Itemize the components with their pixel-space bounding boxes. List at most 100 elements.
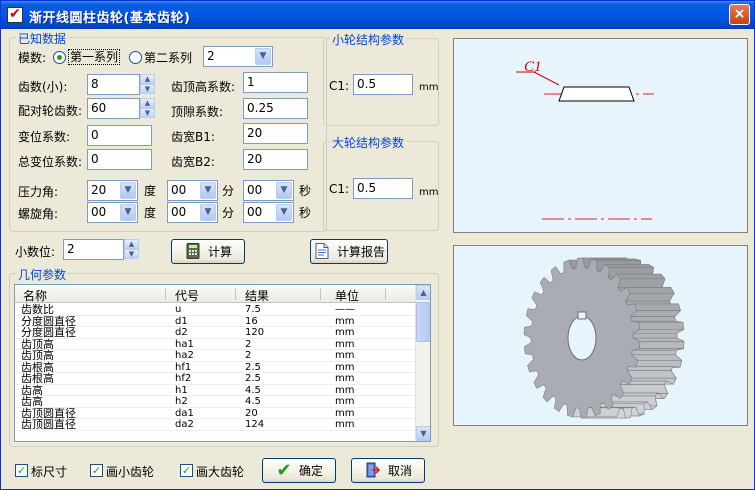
known-data-legend: 已知数据 [16,30,69,47]
large-c1-unit: mm [419,187,439,198]
shift-coef-label: 变位系数: [18,130,71,144]
geometry-legend: 几何参数 [16,266,69,283]
pressure-min-select[interactable]: 00 ▼ [167,180,218,201]
table-row[interactable]: 齿高 h2 4.5 mm [15,396,417,408]
total-shift-input[interactable]: 0 [87,149,152,170]
spin-down-icon[interactable]: ▼ [140,108,155,118]
helix-sec-select[interactable]: 00 ▼ [243,202,294,223]
deg-unit: 度 [144,206,157,220]
table-row[interactable]: 齿高 h1 4.5 mm [15,384,417,396]
helix-min-select[interactable]: 00 ▼ [167,202,218,223]
report-document-icon [313,242,331,261]
col-unit-header[interactable]: 单位 [335,287,359,304]
series2-label[interactable]: 第二系列 [144,49,192,66]
pressure-sec-select[interactable]: 00 ▼ [243,180,294,201]
chevron-down-icon[interactable]: ▼ [276,204,292,221]
teeth-small-spinner[interactable]: ▲ ▼ [140,74,155,95]
app-check-icon: ✔ [7,7,23,23]
table-body: 齿数比 u 7.5 —— 分度圆直径 d1 16 mm 分度圆直径 d2 120 mm 齿顶高 ha1 2 m… [15,304,417,431]
spin-down-icon[interactable]: ▼ [140,84,155,94]
ok-button[interactable]: ✔ 确定 [262,458,336,483]
decimals-input[interactable]: 2 [63,239,124,260]
cell-symbol: ha1 [175,338,194,350]
width-b2-input[interactable]: 20 [243,149,308,170]
width-b1-input[interactable]: 20 [243,123,308,144]
shift-coef-input[interactable]: 0 [87,125,152,146]
mark-dims-checkbox[interactable]: ✓ [15,464,28,477]
report-button[interactable]: 计算报告 [310,239,388,264]
cell-symbol: hf1 [175,361,192,373]
table-row[interactable]: 齿顶高 ha1 2 mm [15,338,417,350]
chevron-down-icon[interactable]: ▼ [120,182,136,199]
close-button[interactable]: × [729,4,750,25]
table-row[interactable]: 分度圆直径 d2 120 mm [15,327,417,339]
table-row[interactable]: 齿根高 hf2 2.5 mm [15,373,417,385]
cell-name: 齿高 [21,395,43,408]
draw-large-checkbox[interactable]: ✓ [180,464,193,477]
chevron-down-icon[interactable]: ▼ [200,182,216,199]
calc-button[interactable]: 计算 [171,239,245,264]
col-name-header[interactable]: 名称 [23,287,47,304]
pressure-deg-select[interactable]: 20 ▼ [87,180,138,201]
table-vscrollbar[interactable]: ▲ ▼ [415,285,430,441]
cell-name: 齿顶圆直径 [21,406,76,420]
large-c1-input[interactable]: 0.5 [353,178,413,199]
clearance-coef-label: 顶隙系数: [171,105,224,119]
clearance-coef-input[interactable]: 0.25 [243,98,308,119]
cancel-button[interactable]: 取消 [351,458,425,483]
cell-symbol: h1 [175,384,188,396]
col-result-header[interactable]: 结果 [245,287,269,304]
modulus-select[interactable]: 2 ▼ [203,46,273,67]
report-button-label: 计算报告 [336,245,385,259]
spin-up-icon[interactable]: ▲ [140,98,155,108]
cell-name: 齿数比 [21,303,54,316]
cell-result: 2.5 [245,361,261,373]
draw-large-label[interactable]: 画大齿轮 [196,463,244,480]
table-row[interactable]: 齿顶高 ha2 2 mm [15,350,417,362]
spin-up-icon[interactable]: ▲ [124,239,139,249]
scroll-up-icon[interactable]: ▲ [416,285,430,300]
sec-unit: 秒 [299,206,312,220]
series1-radio[interactable] [53,51,66,64]
scroll-thumb[interactable] [416,302,430,342]
table-row[interactable]: 齿数比 u 7.5 —— [15,304,417,316]
cell-unit: mm [335,396,355,407]
cancel-button-label: 取消 [387,464,412,478]
series2-radio[interactable] [129,51,142,64]
small-c1-input[interactable]: 0.5 [353,74,413,95]
cell-symbol: u [175,304,182,315]
helix-deg-select[interactable]: 00 ▼ [87,202,138,223]
table-header: 名称 代号 结果 单位 [15,285,417,303]
cell-unit: mm [335,350,355,361]
title-bar[interactable]: ✔ 渐开线圆柱齿轮(基本齿轮) × [1,1,754,29]
mating-teeth-label: 配对轮齿数: [18,104,83,118]
total-shift-label: 总变位系数: [18,155,83,169]
geometry-table[interactable]: 名称 代号 结果 单位 齿数比 u 7.5 —— 分度圆直径 d1 16 mm 分度圆直径 d2 1… [14,284,431,442]
chevron-down-icon[interactable]: ▼ [255,48,271,65]
cell-result: 20 [245,407,258,419]
chevron-down-icon[interactable]: ▼ [120,204,136,221]
cell-symbol: d2 [175,327,188,338]
chevron-down-icon[interactable]: ▼ [200,204,216,221]
table-row[interactable]: 齿根高 hf1 2.5 mm [15,361,417,373]
table-row[interactable]: 齿顶圆直径 da2 124 mm [15,419,417,431]
spin-up-icon[interactable]: ▲ [140,74,155,84]
series1-label[interactable]: 第一系列 [68,49,121,65]
col-symbol-header[interactable]: 代号 [175,287,199,304]
cell-name: 齿顶高 [21,349,54,362]
spin-down-icon[interactable]: ▼ [124,249,139,259]
mating-teeth-spinner[interactable]: ▲ ▼ [140,98,155,119]
draw-small-label[interactable]: 画小齿轮 [106,463,154,480]
scroll-down-icon[interactable]: ▼ [416,426,430,441]
mating-teeth-input[interactable]: 60 [87,98,140,119]
draw-small-checkbox[interactable]: ✓ [90,464,103,477]
teeth-small-input[interactable]: 8 [87,74,140,95]
chevron-down-icon[interactable]: ▼ [276,182,292,199]
cell-name: 分度圆直径 [21,326,76,339]
min-unit: 分 [222,206,235,220]
gear-3d-preview [453,245,748,426]
mark-dims-label[interactable]: 标尺寸 [31,463,67,480]
decimals-spinner[interactable]: ▲ ▼ [124,239,139,260]
addendum-coef-input[interactable]: 1 [243,72,308,93]
cell-unit: mm [335,361,355,373]
